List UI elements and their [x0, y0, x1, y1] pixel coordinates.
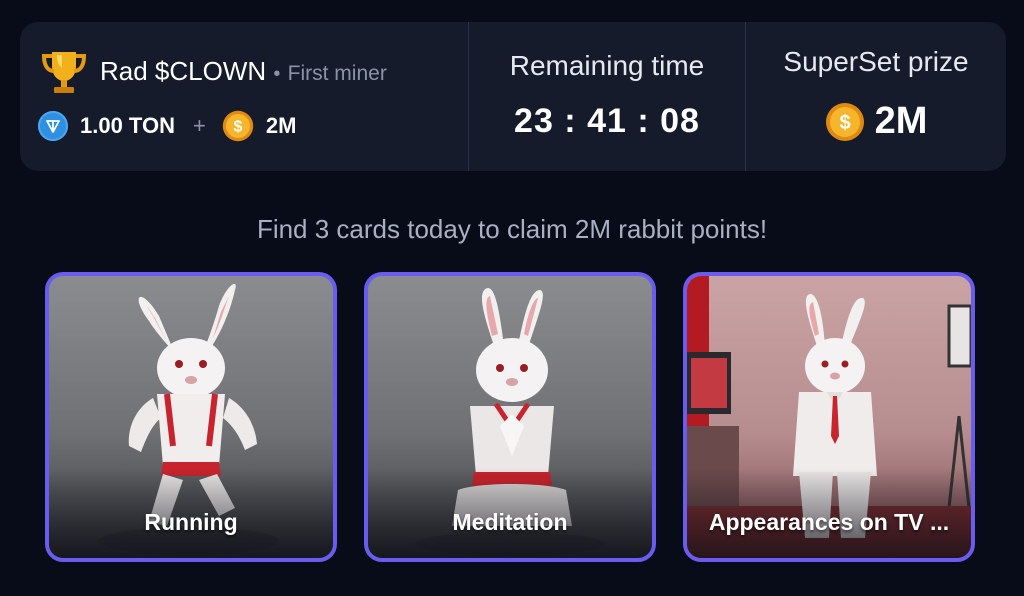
card-running[interactable]: Running: [45, 272, 337, 562]
miner-name[interactable]: Rad $CLOWN: [100, 56, 266, 86]
countdown-timer: 23 : 41 : 08: [514, 102, 700, 140]
reward-row: 1.00 TON + $ 2M: [38, 110, 296, 142]
info-panel: Rad $CLOWN • First miner 1.00 TON + $ 2M…: [20, 22, 1006, 171]
coin-icon: $: [222, 110, 254, 142]
ton-icon: [38, 111, 68, 141]
miner-line: Rad $CLOWN • First miner: [100, 56, 387, 87]
prize-row: $ 2M: [746, 100, 1006, 143]
card-meditation[interactable]: Meditation: [364, 272, 656, 562]
prize-value: 2M: [874, 100, 928, 142]
card-label: Running: [144, 509, 238, 535]
miner-separator: •: [273, 63, 281, 85]
trophy-icon: [41, 52, 87, 93]
card-label: Meditation: [452, 509, 568, 535]
remaining-time-title: Remaining time: [509, 50, 705, 81]
miner-role: First miner: [287, 62, 387, 85]
ton-amount: 1.00 TON: [80, 113, 175, 138]
instruction-text: Find 3 cards today to claim 2M rabbit po…: [256, 214, 768, 244]
coin-icon: $: [825, 102, 864, 141]
card-appearances-on-tv[interactable]: Appearances on TV ...: [683, 272, 975, 562]
miner-section[interactable]: Rad $CLOWN • First miner 1.00 TON + $ 2M: [20, 22, 468, 171]
coin-amount: 2M: [265, 113, 297, 138]
card-label: Appearances on TV ...: [708, 509, 950, 535]
prize-title: SuperSet prize: [783, 46, 969, 77]
remaining-time-section: Remaining time 23 : 41 : 08: [468, 22, 745, 171]
cards-row: Running Meditation Appearances on TV ...: [45, 272, 975, 562]
svg-text:$: $: [839, 112, 850, 134]
prize-section: SuperSet prize $ 2M: [745, 22, 1006, 171]
plus-sign: +: [192, 113, 206, 138]
svg-text:$: $: [233, 119, 242, 136]
